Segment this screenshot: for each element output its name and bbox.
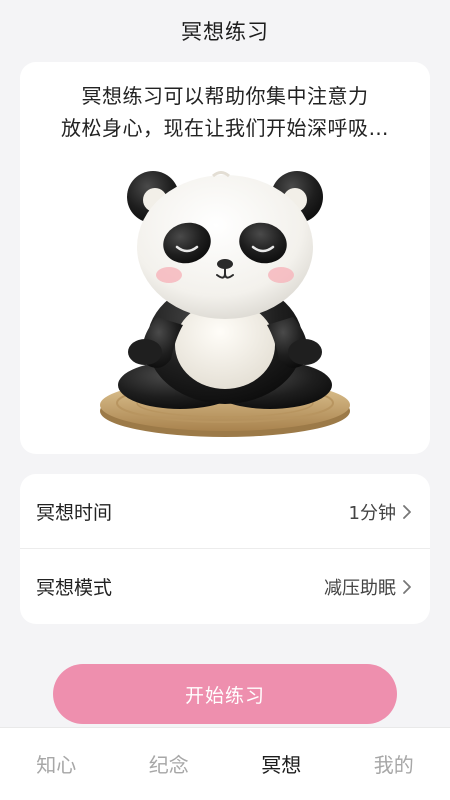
page-header: 冥想练习	[0, 0, 450, 62]
intro-line-1: 冥想练习可以帮助你集中注意力	[81, 84, 369, 108]
tab-mingxiang[interactable]: 冥想	[225, 728, 338, 800]
panda-icon	[100, 171, 350, 437]
settings-card: 冥想时间 1分钟 冥想模式 减压助眠	[20, 474, 430, 624]
page-title: 冥想练习	[181, 20, 269, 44]
intro-line-2: 放松身心，现在让我们开始深呼吸…	[61, 116, 389, 140]
tab-zhixin[interactable]: 知心	[0, 728, 113, 800]
meditation-page: 冥想练习 冥想练习可以帮助你集中注意力 放松身心，现在让我们开始深呼吸… 冥想时…	[0, 0, 450, 800]
mode-label: 冥想模式	[36, 577, 113, 599]
start-practice-button[interactable]: 开始练习	[53, 664, 397, 724]
bottom-tab-bar: 知心 纪念 冥想 我的	[0, 727, 450, 800]
duration-label: 冥想时间	[36, 502, 113, 524]
tab-jinian[interactable]: 纪念	[113, 728, 226, 800]
duration-value-wrap: 1分钟	[349, 499, 414, 525]
intro-card: 冥想练习可以帮助你集中注意力 放松身心，现在让我们开始深呼吸…	[20, 62, 430, 454]
mode-value: 减压助眠	[324, 577, 396, 599]
tab-wode[interactable]: 我的	[338, 728, 450, 800]
mode-value-wrap: 减压助眠	[324, 574, 414, 600]
meditation-duration-row[interactable]: 冥想时间 1分钟	[20, 474, 430, 549]
chevron-right-icon	[403, 579, 411, 594]
intro-text: 冥想练习可以帮助你集中注意力 放松身心，现在让我们开始深呼吸…	[20, 80, 430, 144]
chevron-right-icon	[403, 504, 411, 519]
meditation-mode-row[interactable]: 冥想模式 减压助眠	[20, 549, 430, 624]
duration-value: 1分钟	[348, 502, 396, 524]
meditating-panda-illustration	[95, 167, 355, 447]
